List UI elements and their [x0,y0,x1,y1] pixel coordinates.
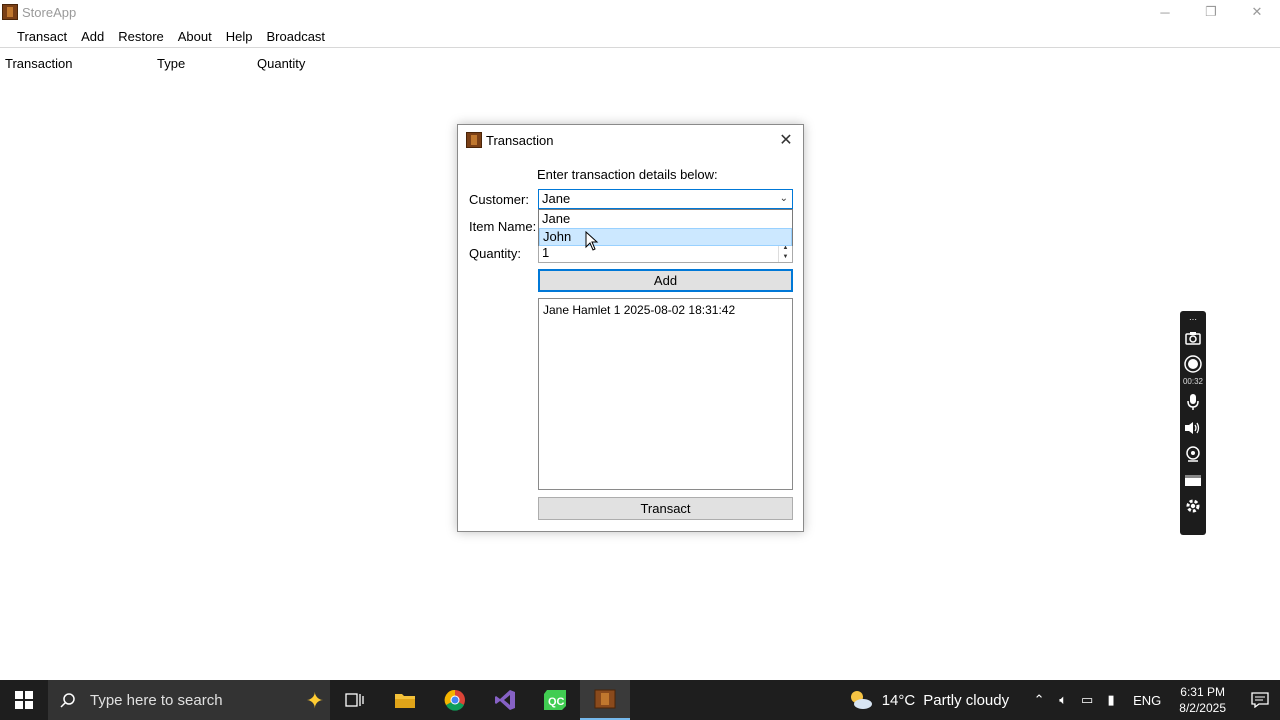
column-header-transaction[interactable]: Transaction [0,56,152,71]
minimize-button[interactable]: ─ [1142,0,1188,24]
task-view-icon[interactable] [330,680,380,720]
recording-time: 00:32 [1182,377,1204,386]
menu-broadcast[interactable]: Broadcast [260,29,333,44]
qt-creator-icon[interactable]: QC [530,680,580,720]
menu-add[interactable]: Add [74,29,111,44]
transaction-dialog: Transaction ✕ Enter transaction details … [457,124,804,532]
weather-description: Partly cloudy [923,691,1010,709]
dialog-app-icon [466,132,482,148]
spin-down-icon[interactable]: ▼ [779,253,792,262]
app-titlebar: StoreApp ─ ❐ ✕ [0,0,1280,24]
visual-studio-icon[interactable] [480,680,530,720]
column-header-quantity[interactable]: Quantity [252,56,372,71]
dialog-titlebar: Transaction ✕ [458,125,803,155]
weather-temperature: 14°C [881,691,916,709]
dropdown-option-jane[interactable]: Jane [539,210,792,228]
dialog-body: Enter transaction details below: Custome… [458,155,803,531]
menu-restore[interactable]: Restore [111,29,171,44]
customer-combobox[interactable]: Jane ⌄ [538,189,793,209]
chevron-down-icon[interactable]: ⌄ [780,190,788,208]
screen-recorder-toolbar: ⋯ 00:32 [1180,311,1206,535]
instruction-text: Enter transaction details below: [537,167,718,182]
record-icon[interactable] [1180,351,1206,377]
quantity-stepper: ▲ ▼ [778,244,792,262]
table-header: Transaction Type Quantity [0,52,1280,74]
log-line: Jane Hamlet 1 2025-08-02 18:31:42 [543,303,736,317]
clock[interactable]: 6:31 PM 8/2/2025 [1179,684,1226,716]
storeapp-taskbar-icon[interactable] [580,680,630,720]
mouse-cursor-icon [585,231,599,251]
gear-icon[interactable] [1180,493,1206,519]
menu-about[interactable]: About [171,29,219,44]
close-button[interactable]: ✕ [1234,0,1280,24]
network-icon[interactable]: ▭ [1075,692,1099,708]
window-controls: ─ ❐ ✕ [1142,0,1280,24]
customer-dropdown-list: Jane John [538,209,793,246]
microphone-icon[interactable] [1180,389,1206,415]
transaction-log[interactable]: Jane Hamlet 1 2025-08-02 18:31:42 [538,298,793,490]
windows-taskbar: Type here to search ✦ QC 14°C Partly clo… [0,680,1280,720]
recorder-menu-icon[interactable]: ⋯ [1180,313,1206,325]
item-name-label: Item Name: [469,219,537,234]
dialog-close-button[interactable]: ✕ [775,129,797,151]
window-icon[interactable] [1180,467,1206,493]
menu-help[interactable]: Help [219,29,260,44]
weather-widget[interactable]: 14°C Partly cloudy [848,689,1009,711]
dialog-title: Transaction [486,132,554,148]
maximize-button[interactable]: ❐ [1188,0,1234,24]
svg-text:QC: QC [548,696,565,708]
chevron-up-icon[interactable]: ⌃ [1027,692,1051,708]
file-explorer-icon[interactable] [380,680,430,720]
search-icon [60,693,75,708]
clock-date: 8/2/2025 [1179,701,1226,715]
customer-value: Jane [542,191,571,206]
camera-icon[interactable] [1180,325,1206,351]
speaker-icon[interactable] [1180,415,1206,441]
app-icon [2,4,18,20]
dropdown-option-john[interactable]: John [539,228,792,246]
clock-time: 6:31 PM [1180,685,1225,699]
usb-icon[interactable]: ▮ [1099,692,1123,708]
transact-button[interactable]: Transact [538,497,793,520]
column-header-type[interactable]: Type [152,56,252,71]
taskbar-search-box[interactable]: Type here to search ✦ [48,680,330,720]
quantity-spinbox[interactable]: 1 ▲ ▼ [538,243,793,263]
system-tray: 14°C Partly cloudy ⌃ 🔈︎ ▭ ▮ ENG 6:31 PM … [848,680,1280,720]
windows-logo-icon [15,691,33,709]
volume-icon[interactable]: 🔈︎ [1051,692,1075,708]
notification-icon[interactable] [1240,680,1280,720]
quantity-value: 1 [542,245,550,260]
chrome-icon[interactable] [430,680,480,720]
partly-cloudy-icon [850,691,872,709]
language-indicator[interactable]: ENG [1133,693,1161,708]
search-placeholder: Type here to search [90,691,223,709]
quantity-label: Quantity: [469,246,522,261]
menu-transact[interactable]: Transact [10,29,74,44]
app-title: StoreApp [22,4,77,20]
webcam-icon[interactable] [1180,441,1206,467]
copilot-sparkle-icon[interactable]: ✦ [306,688,324,714]
add-button[interactable]: Add [538,269,793,292]
menu-bar: Transact Add Restore About Help Broadcas… [0,26,1280,48]
start-button[interactable] [0,680,48,720]
customer-label: Customer: [469,192,529,207]
